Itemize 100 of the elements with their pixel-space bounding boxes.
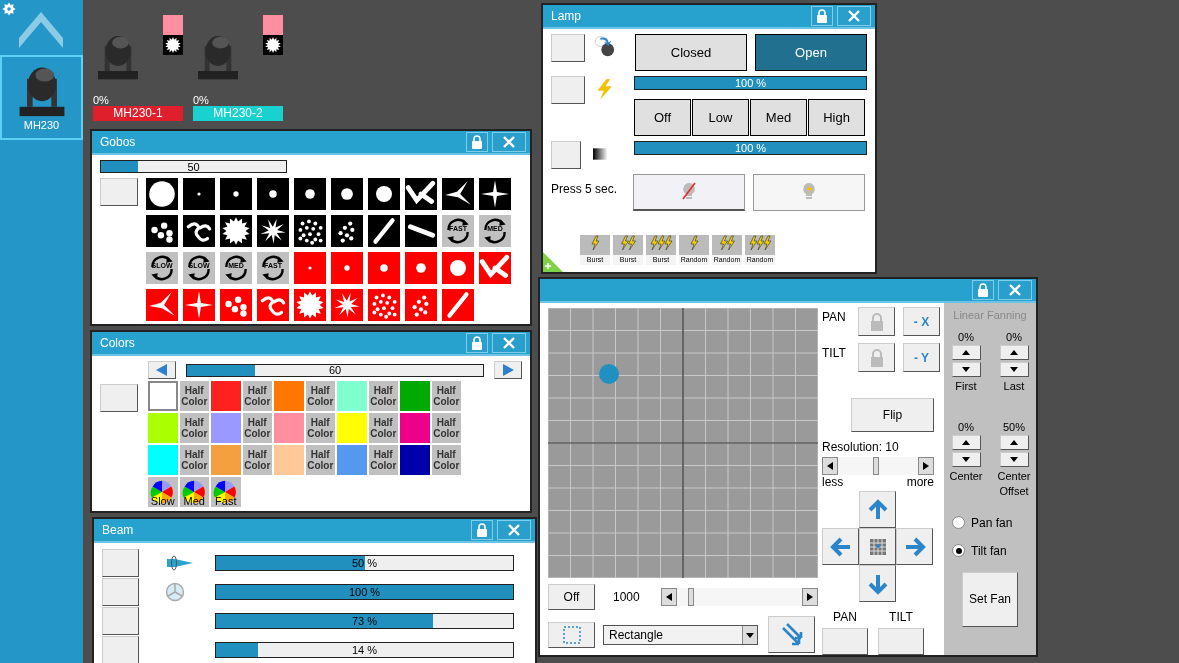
level-bar[interactable]: 50 — [100, 160, 287, 173]
fan-mode-radio[interactable]: Tilt fan — [952, 543, 1013, 558]
gobo-button[interactable] — [220, 178, 252, 210]
color-swatch[interactable] — [337, 381, 367, 411]
color-swatch[interactable] — [274, 445, 304, 475]
gobo-button[interactable] — [146, 215, 178, 247]
blank-button[interactable] — [102, 635, 139, 663]
lamp-off-button[interactable] — [633, 174, 745, 211]
swap-button[interactable] — [768, 616, 815, 653]
half-color-button[interactable]: Half Color — [179, 381, 209, 411]
left-button[interactable] — [822, 528, 859, 565]
gobo-button[interactable] — [183, 215, 215, 247]
half-color-button[interactable]: Half Color — [305, 381, 335, 411]
decrease-button[interactable] — [822, 457, 838, 475]
lock-button[interactable] — [466, 132, 488, 152]
next-button[interactable] — [494, 361, 522, 379]
color-swatch[interactable] — [400, 381, 430, 411]
half-color-button[interactable]: Half Color — [368, 413, 398, 443]
half-color-button[interactable]: Half Color — [242, 381, 272, 411]
increase-button[interactable] — [918, 457, 934, 475]
gobo-button[interactable] — [405, 178, 437, 210]
half-color-button[interactable]: Half Color — [431, 413, 461, 443]
half-color-button[interactable]: Half Color — [368, 445, 398, 475]
decrement-button[interactable] — [951, 362, 981, 377]
pan-field[interactable] — [822, 628, 868, 655]
color-wheel-button[interactable]: Slow — [148, 477, 178, 507]
blank-button[interactable] — [102, 548, 139, 577]
level-bar[interactable]: 100 % — [634, 76, 867, 90]
shape-dropdown[interactable]: Rectangle — [603, 624, 758, 645]
gobo-button[interactable] — [257, 215, 289, 247]
slider-thumb[interactable] — [873, 457, 880, 475]
half-color-button[interactable]: Half Color — [305, 445, 335, 475]
fan-mode-radio[interactable]: Pan fan — [952, 515, 1013, 530]
lock-button[interactable] — [471, 520, 493, 540]
blank-button[interactable] — [551, 76, 585, 104]
blank-button[interactable] — [102, 606, 139, 635]
increase-button[interactable] — [802, 588, 818, 606]
increment-button[interactable] — [999, 435, 1029, 451]
position-dot[interactable] — [599, 364, 619, 384]
gobo-button[interactable] — [146, 178, 178, 210]
right-button[interactable] — [896, 528, 933, 565]
gobo-button[interactable] — [368, 178, 400, 210]
half-color-button[interactable]: Half Color — [431, 445, 461, 475]
half-color-button[interactable]: Half Color — [179, 445, 209, 475]
half-color-button[interactable]: Half Color — [242, 445, 272, 475]
increment-button[interactable] — [999, 345, 1029, 360]
half-color-button[interactable]: Half Color — [179, 413, 209, 443]
gobo-button[interactable] — [294, 178, 326, 210]
gobo-button[interactable] — [294, 215, 326, 247]
level-bar[interactable]: 73 % — [215, 612, 514, 629]
lamp-on-button[interactable] — [753, 174, 865, 211]
color-swatch[interactable] — [400, 445, 430, 475]
level-bar[interactable]: 50 % — [215, 554, 514, 571]
strobe-speed-button[interactable]: Low — [692, 99, 749, 136]
set-fan-button[interactable]: Set Fan — [962, 571, 1018, 627]
gobo-button[interactable] — [257, 178, 289, 210]
previous-button[interactable] — [148, 361, 176, 379]
level-bar[interactable]: 100 % — [634, 141, 867, 155]
level-bar[interactable]: 100 % — [215, 583, 514, 600]
gobo-button[interactable] — [442, 178, 474, 210]
decrement-button[interactable] — [999, 362, 1029, 377]
color-swatch[interactable] — [337, 413, 367, 443]
level-bar[interactable]: 14 % — [215, 641, 514, 658]
blank-button[interactable] — [551, 141, 582, 169]
lock-button[interactable] — [972, 280, 994, 300]
half-color-button[interactable]: Half Color — [368, 381, 398, 411]
color-swatch[interactable] — [337, 445, 367, 475]
color-swatch[interactable] — [274, 413, 304, 443]
off-button[interactable]: Off — [548, 584, 595, 610]
close-button[interactable] — [492, 333, 526, 353]
color-swatch[interactable] — [400, 413, 430, 443]
gobo-button[interactable] — [368, 215, 400, 247]
color-swatch[interactable] — [211, 381, 241, 411]
blank-button[interactable] — [551, 34, 586, 62]
blank-button[interactable] — [100, 178, 138, 206]
flip-button[interactable]: Flip — [851, 398, 934, 432]
invert-y-button[interactable]: - Y — [903, 343, 940, 372]
gobo-button[interactable] — [405, 215, 437, 247]
lock-button[interactable] — [811, 6, 833, 26]
close-button[interactable] — [492, 132, 526, 152]
shutter-button[interactable]: Closed — [635, 34, 747, 71]
center-button[interactable] — [859, 528, 896, 565]
level-bar[interactable]: 60 — [186, 363, 484, 377]
slider-thumb[interactable] — [687, 588, 694, 606]
settings-icon[interactable] — [2, 2, 16, 16]
gobo-button[interactable] — [220, 215, 252, 247]
blank-button[interactable] — [100, 384, 138, 412]
close-button[interactable] — [998, 280, 1032, 300]
fixture-label[interactable]: MH230-1 — [93, 106, 183, 121]
down-button[interactable] — [859, 565, 896, 602]
color-swatch[interactable] — [211, 445, 241, 475]
lock-button[interactable] — [858, 343, 895, 372]
up-button[interactable] — [859, 491, 896, 528]
increment-button[interactable] — [951, 345, 981, 360]
shutter-button[interactable]: Open — [755, 34, 867, 71]
gobo-button[interactable] — [331, 178, 363, 210]
decrease-button[interactable] — [661, 588, 677, 606]
decrement-button[interactable] — [951, 452, 981, 468]
color-swatch[interactable] — [274, 381, 304, 411]
half-color-button[interactable]: Half Color — [431, 381, 461, 411]
